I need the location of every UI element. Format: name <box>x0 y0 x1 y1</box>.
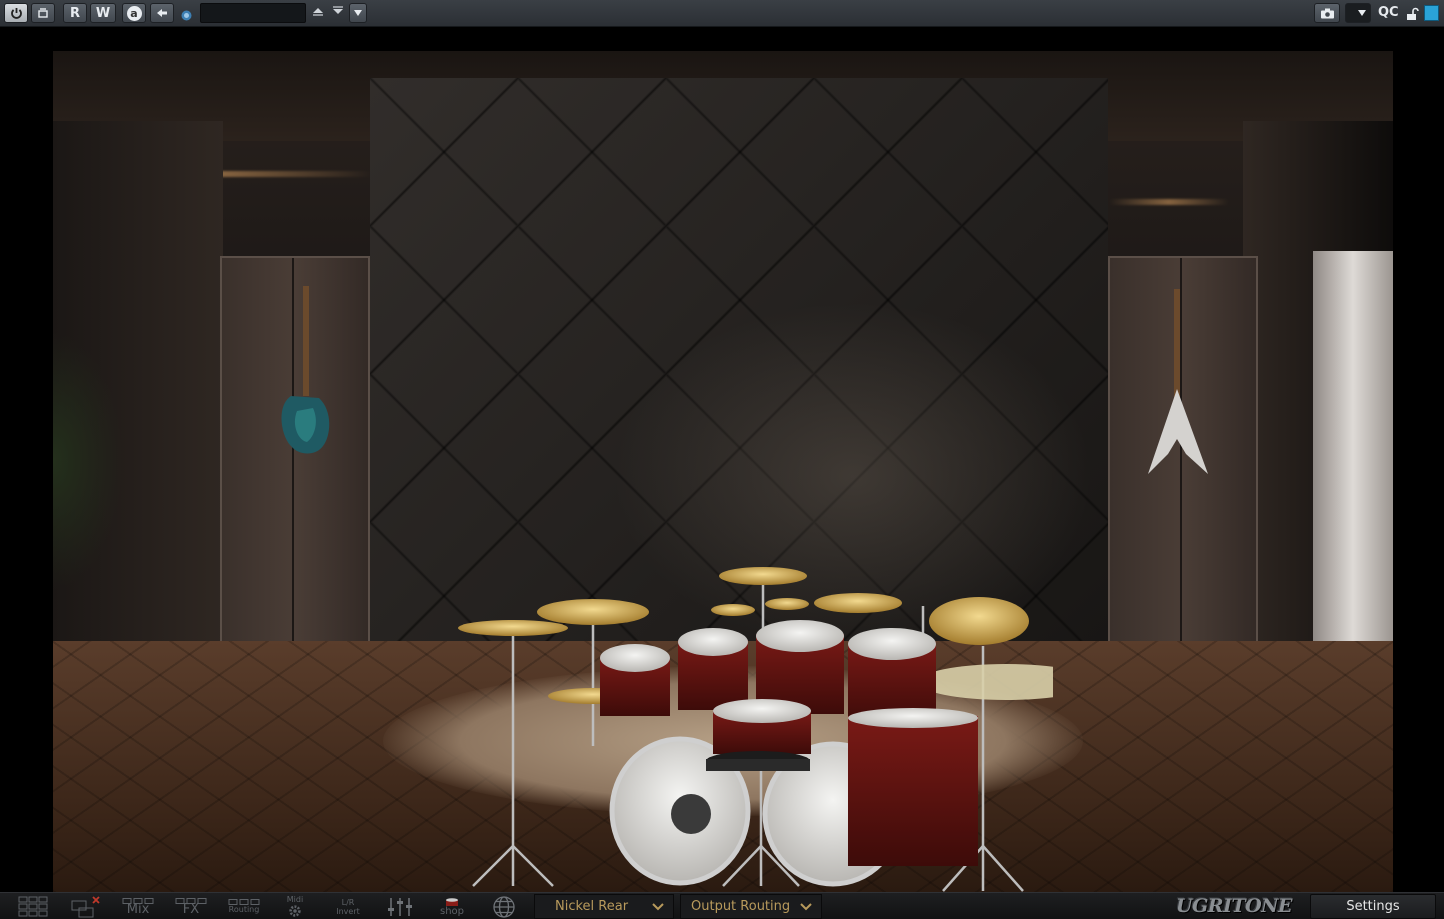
grid-icon <box>18 896 48 916</box>
back-button[interactable] <box>150 3 174 23</box>
web-button[interactable] <box>488 893 520 919</box>
shop-button[interactable]: shop <box>434 893 470 919</box>
chevron-down-icon <box>652 903 664 911</box>
grid-view-button[interactable] <box>16 893 50 919</box>
quick-controls-button[interactable]: QC <box>1378 4 1402 22</box>
write-automation-icon: W <box>95 5 111 21</box>
chevron-down-icon <box>800 903 812 911</box>
power-button[interactable] <box>4 3 28 23</box>
read-automation-button[interactable]: R <box>63 3 87 23</box>
preset-down-icon <box>333 6 343 14</box>
write-automation-button[interactable]: W <box>90 3 116 23</box>
plugin-stage <box>0 27 1444 892</box>
drum-kit <box>458 567 1053 892</box>
cymbal-preset-dropdown[interactable]: Nickel Rear <box>534 894 674 919</box>
gear-icon <box>289 905 301 917</box>
guitar-right <box>1148 289 1208 474</box>
ceiling-light-right <box>1109 199 1229 205</box>
bypass-button[interactable] <box>31 3 55 23</box>
guitar-left <box>281 286 330 454</box>
camera-icon <box>1320 8 1334 18</box>
routing-tab[interactable]: Routing <box>224 893 264 919</box>
read-automation-icon: R <box>69 5 80 21</box>
preset-down-button[interactable] <box>330 5 346 21</box>
preset-name-field[interactable] <box>200 3 306 23</box>
dropdown-icon <box>1358 10 1366 16</box>
host-toolbar: R W a QC <box>0 0 1444 27</box>
mix-tab[interactable]: Mix <box>120 893 156 919</box>
midi-tab[interactable]: Midi <box>280 893 310 919</box>
settings-button[interactable]: Settings <box>1310 894 1436 919</box>
fx-label: FX <box>182 901 200 917</box>
options-dropdown[interactable] <box>1345 3 1371 23</box>
mix-label: Mix <box>126 901 150 917</box>
preset-up-button[interactable] <box>310 5 326 21</box>
lr-invert-button[interactable]: L/R Invert <box>330 893 366 919</box>
brand-logo: UGRITONE <box>1176 895 1293 917</box>
kit-view-button[interactable] <box>68 893 102 919</box>
output-routing-dropdown[interactable]: Output Routing <box>680 894 822 919</box>
cymbal-preset-value: Nickel Rear <box>555 899 629 914</box>
crash-left <box>458 620 568 636</box>
preset-menu-icon <box>354 10 362 16</box>
lock-icon <box>1407 7 1419 20</box>
midi-label: Midi <box>286 895 304 904</box>
active-indicator[interactable] <box>1424 5 1439 21</box>
bypass-icon <box>38 8 48 18</box>
plugin-bottom-bar: Mix FX Routing Midi L/R Invert shop Nick… <box>0 892 1444 919</box>
plant <box>53 331 123 591</box>
auto-button[interactable]: a <box>122 3 146 23</box>
sync-icon <box>181 10 192 21</box>
shop-label: shop <box>439 905 464 917</box>
preset-menu-button[interactable] <box>349 3 367 23</box>
lr-label: L/R <box>341 897 355 907</box>
globe-icon <box>493 895 515 918</box>
faders-icon <box>388 897 412 916</box>
camera-button[interactable] <box>1314 3 1340 23</box>
kit-reset-icon <box>71 895 100 917</box>
studio-room-scene <box>53 51 1393 892</box>
sync-button[interactable] <box>180 7 193 21</box>
fx-tab[interactable]: FX <box>173 893 209 919</box>
power-icon <box>10 7 22 19</box>
auto-icon: a <box>126 5 142 21</box>
routing-label: Routing <box>228 905 260 914</box>
preset-up-icon <box>313 8 323 16</box>
invert-label: Invert <box>336 906 360 916</box>
back-arrow-icon <box>157 9 167 17</box>
mixer-faders-button[interactable] <box>384 893 416 919</box>
window <box>1313 251 1393 671</box>
output-routing-value: Output Routing <box>691 899 791 914</box>
lock-button[interactable] <box>1405 6 1419 20</box>
